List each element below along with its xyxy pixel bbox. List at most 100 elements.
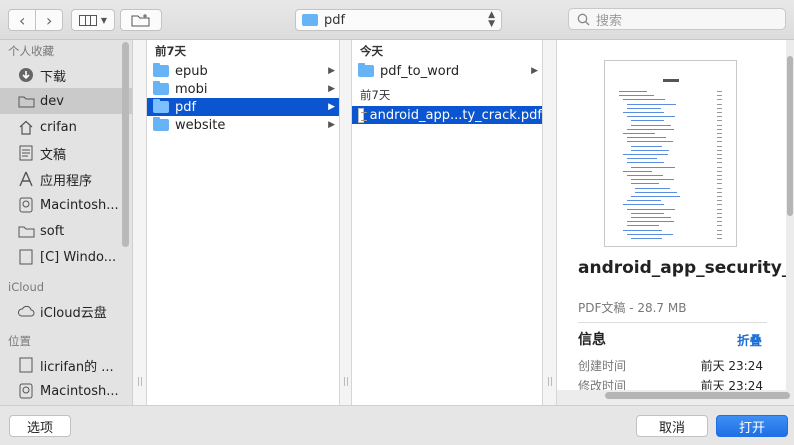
- thumbnail-toc-line: [631, 196, 680, 197]
- resize-handle-icon[interactable]: ||: [137, 377, 143, 387]
- resize-handle-icon[interactable]: ||: [343, 377, 349, 387]
- file-column-1: 前7天 epub ▶ mobi ▶ pdf ▶ website ▶: [147, 40, 340, 405]
- bottom-bar: 选项 取消 打开: [0, 405, 794, 445]
- sidebar-item-label: dev: [40, 93, 64, 109]
- list-item-pdf[interactable]: pdf ▶: [147, 98, 339, 116]
- thumbnail-page-number: [717, 200, 722, 202]
- new-folder-button[interactable]: [120, 9, 162, 31]
- thumbnail-page-number: [717, 221, 722, 223]
- folder-icon: [358, 63, 374, 77]
- updown-arrows-icon: ▲ ▼: [488, 10, 495, 29]
- thumbnail-toc-line: [631, 166, 675, 168]
- thumbnail-toc-line: [631, 183, 659, 185]
- back-button[interactable]: ‹: [9, 10, 35, 30]
- thumbnail-page-number: [717, 120, 722, 122]
- disk-icon: [16, 197, 36, 213]
- list-item-label: website: [175, 117, 226, 133]
- sidebar-item-crifan[interactable]: crifan: [0, 114, 132, 140]
- thumbnail-page-number: [717, 162, 722, 164]
- thumbnail-toc-line: [631, 120, 664, 122]
- column-separator: ||: [340, 40, 352, 405]
- horizontal-scrollbar[interactable]: [605, 392, 790, 399]
- thumbnail-toc-line: [627, 221, 674, 223]
- sidebar-item-macintosh-hd[interactable]: Macintosh...: [0, 192, 132, 218]
- sidebar-item-computer[interactable]: licrifan的 ...: [0, 352, 132, 378]
- search-field[interactable]: 搜索: [568, 8, 786, 30]
- sidebar-item-icloud-drive[interactable]: iCloud云盘: [0, 298, 132, 324]
- folder-icon: [302, 14, 318, 26]
- modified-label: 修改时间: [578, 379, 627, 390]
- applications-icon: [16, 171, 36, 187]
- thumbnail-page-number: [717, 91, 722, 92]
- divider: [578, 322, 767, 323]
- home-icon: [16, 120, 36, 135]
- thumbnail-toc-line: [623, 99, 665, 101]
- thumbnail-page-number: [717, 154, 722, 155]
- cancel-button[interactable]: 取消: [636, 415, 708, 437]
- column-separator: ||: [543, 40, 557, 405]
- file-column-2: 今天 pdf_to_word ▶ 前7天 android_app...ty_cr…: [352, 40, 543, 405]
- thumbnail-page-number: [717, 137, 722, 139]
- sidebar-item-label: 应用程序: [40, 173, 93, 189]
- disclosure-arrow-icon: ▶: [328, 66, 335, 76]
- list-item-label: epub: [175, 63, 208, 79]
- thumbnail-page-number: [717, 196, 722, 197]
- sidebar-item-soft[interactable]: soft: [0, 218, 132, 244]
- sidebar-scrollbar[interactable]: [122, 42, 129, 247]
- sidebar-item-label: licrifan的 ...: [40, 359, 114, 375]
- view-mode-button[interactable]: ▼: [71, 9, 115, 31]
- folder-icon: [153, 63, 169, 77]
- list-item-pdf-file[interactable]: android_app...ty_crack.pdf: [352, 106, 542, 124]
- thumbnail-toc-line: [623, 229, 662, 231]
- thumbnail-toc-line: [627, 200, 661, 202]
- open-button[interactable]: 打开: [716, 415, 788, 437]
- list-item-label: android_app...ty_crack.pdf: [369, 107, 542, 123]
- thumbnail-page-number: [717, 179, 722, 181]
- list-item-label: pdf: [175, 99, 197, 115]
- thumbnail-toc-line: [627, 208, 675, 210]
- thumbnail-toc-line: [631, 124, 671, 126]
- list-item-label: pdf_to_word: [380, 63, 460, 79]
- created-label: 创建时间: [578, 359, 627, 373]
- disclosure-arrow-icon: ▶: [531, 66, 538, 76]
- list-item-mobi[interactable]: mobi ▶: [147, 80, 339, 98]
- list-item-pdf-to-word[interactable]: pdf_to_word ▶: [352, 62, 542, 80]
- sidebar-item-macintosh-hd-2[interactable]: Macintosh...: [0, 378, 132, 404]
- sidebar-item-label: crifan: [40, 119, 77, 135]
- options-button[interactable]: 选项: [9, 415, 71, 437]
- sidebar-item-dev[interactable]: dev: [0, 88, 132, 114]
- sidebar-item-label: Macintosh...: [40, 197, 119, 213]
- sidebar-item-documents[interactable]: 文稿: [0, 140, 132, 166]
- sidebar-item-applications[interactable]: 应用程序: [0, 166, 132, 192]
- location-popup[interactable]: pdf ▲ ▼: [295, 9, 502, 31]
- forward-button[interactable]: ›: [35, 10, 62, 30]
- toolbar: ‹ › ▼ pdf ▲ ▼ 搜索: [0, 0, 794, 40]
- thumbnail-toc-line: [619, 95, 654, 97]
- sidebar-item-label: [C] Windo...: [40, 249, 117, 265]
- preview-vertical-scrollbar[interactable]: [787, 56, 793, 216]
- thumbnail-toc-line: [623, 154, 668, 155]
- info-heading: 信息: [578, 332, 606, 348]
- thumbnail-toc-line: [623, 204, 664, 206]
- fold-link[interactable]: 折叠: [737, 330, 762, 349]
- thumbnail-toc-line: [623, 133, 655, 134]
- list-item-epub[interactable]: epub ▶: [147, 62, 339, 80]
- search-icon: [577, 13, 590, 25]
- new-folder-icon: [131, 14, 150, 27]
- thumbnail-page-number: [717, 217, 722, 218]
- search-placeholder: 搜索: [596, 13, 623, 29]
- sidebar-item-downloads[interactable]: 下载: [0, 62, 132, 88]
- chevron-left-icon: ‹: [19, 10, 26, 30]
- thumbnail-toc-line: [627, 141, 673, 143]
- sidebar-item-label: soft: [40, 223, 65, 239]
- folder-icon: [153, 117, 169, 131]
- list-item-website[interactable]: website ▶: [147, 116, 339, 134]
- columns-view-icon: [78, 14, 97, 26]
- resize-handle-icon[interactable]: ||: [547, 377, 553, 387]
- thumbnail-page-number: [717, 128, 722, 130]
- thumbnail-page-number: [717, 183, 722, 185]
- thumbnail-page-number: [717, 170, 722, 172]
- thumbnail-page-number: [717, 208, 722, 210]
- thumbnail-toc-line: [623, 112, 664, 113]
- sidebar-item-windows[interactable]: [C] Windo...: [0, 244, 132, 270]
